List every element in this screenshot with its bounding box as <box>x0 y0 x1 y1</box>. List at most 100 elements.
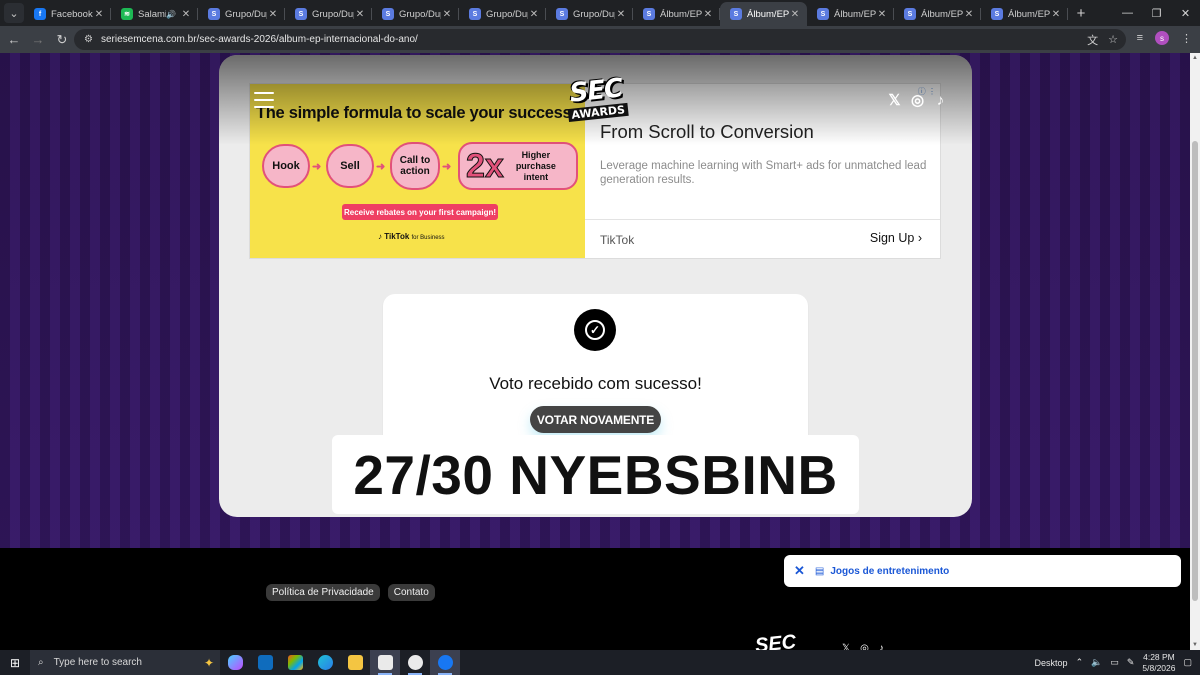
footer-sec-logo[interactable]: SEC <box>754 631 797 650</box>
tiktok-icon[interactable]: ♪ <box>933 92 948 109</box>
browser-tab[interactable]: S Álbum/EP In✕ <box>633 2 720 26</box>
close-window-button[interactable]: ✕ <box>1171 7 1200 20</box>
sec-awards-logo[interactable]: SEC AWARDS <box>560 73 634 126</box>
browser-tab[interactable]: f Facebook ✕ <box>24 2 111 26</box>
scroll-up-icon[interactable]: ▲ <box>1191 55 1199 61</box>
restore-button[interactable]: ❐ <box>1142 7 1171 20</box>
tiktok-icon[interactable]: ♪ <box>879 643 884 650</box>
footer-social-links: 𝕏 ◎ ♪ <box>842 643 884 650</box>
chrome-profile-icon[interactable] <box>370 650 400 675</box>
copilot-sparkle-icon[interactable]: ✦ <box>204 656 214 670</box>
hamburger-menu-icon[interactable] <box>254 92 274 113</box>
close-tab-icon[interactable]: ✕ <box>267 9 279 20</box>
translate-icon[interactable]: 文 <box>1087 32 1098 48</box>
games-icon: ▤ <box>814 565 825 577</box>
sec-icon: S <box>208 8 220 20</box>
site-info-icon[interactable]: ⚙ <box>84 34 93 45</box>
browser-tab[interactable]: S Álbum/EP In✕ <box>720 2 807 26</box>
close-tab-icon[interactable]: ✕ <box>702 9 714 20</box>
scrollbar-thumb[interactable] <box>1192 141 1198 601</box>
page-scrollbar[interactable]: ▲ ▼ <box>1190 53 1200 650</box>
tab-title: Grupo/Dupl <box>312 8 354 20</box>
close-tab-icon[interactable]: ✕ <box>528 9 540 20</box>
close-tab-icon[interactable]: ✕ <box>354 9 366 20</box>
browser-tab[interactable]: S Álbum/EP In✕ <box>807 2 894 26</box>
close-tab-icon[interactable]: ✕ <box>93 9 105 20</box>
facebook-icon[interactable] <box>430 650 460 675</box>
tab-title: Grupo/Dupl <box>399 8 441 20</box>
profile-avatar[interactable]: s <box>1155 31 1169 45</box>
browser-tab[interactable]: S Grupo/Dupl✕ <box>198 2 285 26</box>
browser-tab[interactable]: ≋ Salamin,🔊 ✕ <box>111 2 198 26</box>
forward-button[interactable]: → <box>26 32 50 47</box>
edge-icon[interactable] <box>310 650 340 675</box>
scroll-down-icon[interactable]: ▼ <box>1191 642 1199 648</box>
ad-title[interactable]: From Scroll to Conversion <box>600 121 814 143</box>
arrow-icon: ➜ <box>312 161 322 173</box>
close-tab-icon[interactable]: ✕ <box>963 9 975 20</box>
footer-links: Política de Privacidade Contato <box>266 584 435 601</box>
pen-icon[interactable]: ✎ <box>1127 657 1135 668</box>
media-control-icon[interactable]: ≡ <box>1137 32 1143 44</box>
taskbar-clock[interactable]: 4:28 PM 5/8/2026 <box>1142 652 1175 674</box>
x-icon[interactable]: 𝕏 <box>887 91 902 109</box>
ad-text-panel: ⓘ ⋮ From Scroll to Conversion Leverage m… <box>585 84 940 258</box>
windows-start-icon[interactable]: ⊞ <box>0 656 30 670</box>
copilot-icon[interactable] <box>220 650 250 675</box>
close-tab-icon[interactable]: ✕ <box>441 9 453 20</box>
tab-title: Álbum/EP In <box>921 8 963 20</box>
sec-icon: S <box>556 8 568 20</box>
step-sell: Sell <box>326 144 374 188</box>
chevron-up-icon[interactable]: ⌃ <box>1076 657 1084 668</box>
taskbar-search[interactable]: ⌕ Type here to search ✦ <box>30 650 220 675</box>
file-explorer-icon[interactable] <box>340 650 370 675</box>
bookmark-star-icon[interactable]: ☆ <box>1108 33 1118 46</box>
close-tab-icon[interactable]: ✕ <box>789 9 801 20</box>
instagram-icon[interactable]: ◎ <box>910 91 925 109</box>
browser-tab[interactable]: S Grupo/Dupl✕ <box>372 2 459 26</box>
close-tab-icon[interactable]: ✕ <box>615 9 627 20</box>
tab-title: Álbum/EP In <box>747 8 789 20</box>
back-button[interactable]: ← <box>2 32 26 47</box>
ad-signup-button[interactable]: Sign Up › <box>870 231 922 245</box>
display-icon[interactable]: ▭ <box>1110 657 1119 668</box>
logo-bottom-text: AWARDS <box>567 102 629 123</box>
desktop-label[interactable]: Desktop <box>1035 658 1068 668</box>
spotify-icon: ≋ <box>121 8 133 20</box>
tab-title: Grupo/Dupl <box>573 8 615 20</box>
tab-search-button[interactable]: ⌄ <box>4 3 24 23</box>
messenger-icon[interactable] <box>400 650 430 675</box>
store-icon[interactable] <box>280 650 310 675</box>
ad-cta-label: Sign Up <box>869 231 915 245</box>
volume-icon[interactable]: 🔈 <box>1091 657 1102 668</box>
tab-title: Álbum/EP In <box>660 8 702 20</box>
vote-again-button[interactable]: VOTAR NOVAMENTE <box>530 406 661 433</box>
close-icon[interactable]: ✕ <box>794 563 805 579</box>
x-icon[interactable]: 𝕏 <box>842 643 850 650</box>
speaker-icon[interactable]: 🔊 <box>166 10 176 19</box>
clock-date: 5/8/2026 <box>1142 662 1176 673</box>
arrow-icon: ➜ <box>442 161 452 173</box>
new-tab-button[interactable]: + <box>1070 5 1092 22</box>
contact-link[interactable]: Contato <box>387 584 435 601</box>
check-circle-icon: ✓ <box>574 309 616 351</box>
close-tab-icon[interactable]: ✕ <box>876 9 888 20</box>
browser-tab[interactable]: S Grupo/Dupl✕ <box>285 2 372 26</box>
browser-tab[interactable]: S Grupo/Dupl✕ <box>459 2 546 26</box>
minimize-button[interactable]: — <box>1113 7 1142 20</box>
close-tab-icon[interactable]: ✕ <box>180 9 192 20</box>
browser-menu-icon[interactable]: ⋮ <box>1181 32 1192 45</box>
close-tab-icon[interactable]: ✕ <box>1050 9 1062 20</box>
instagram-icon[interactable]: ◎ <box>860 643 869 650</box>
toast-label[interactable]: Jogos de entretenimento <box>830 566 949 577</box>
ad-image[interactable]: The simple formula to scale your success… <box>250 84 585 258</box>
notification-icon[interactable]: ▢ <box>1183 657 1192 668</box>
browser-tab[interactable]: S Grupo/Dupl✕ <box>546 2 633 26</box>
address-bar[interactable]: ⚙ seriesemcena.com.br/sec-awards-2026/al… <box>74 29 1126 50</box>
privacy-policy-link[interactable]: Política de Privacidade <box>266 584 380 601</box>
browser-tab[interactable]: S Álbum/EP In✕ <box>981 2 1068 26</box>
reload-button[interactable]: ↻ <box>50 32 74 48</box>
outlook-icon[interactable] <box>250 650 280 675</box>
sec-icon: S <box>730 8 742 20</box>
browser-tab[interactable]: S Álbum/EP In✕ <box>894 2 981 26</box>
